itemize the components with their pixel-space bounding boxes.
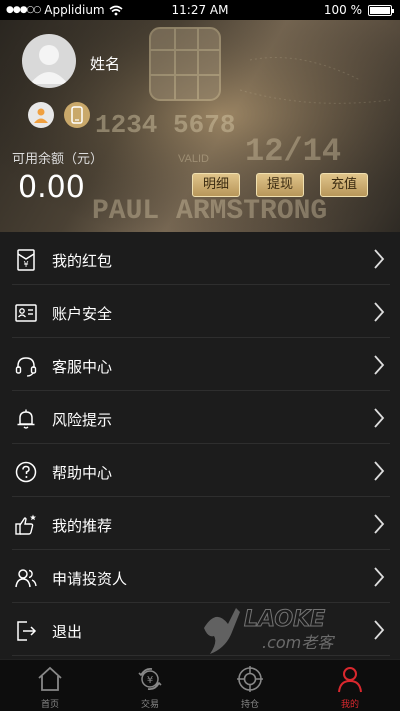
status-right: 100 % [323, 3, 394, 17]
card-chip-icon [149, 27, 221, 101]
red-envelope-icon: ¥ [17, 249, 35, 271]
users-icon [15, 569, 37, 588]
account-header: 1234 5678 12/14 VALID PAUL ARMSTRONG 姓名 … [0, 20, 400, 232]
chevron-right-icon [374, 355, 385, 375]
tab-label-position: 持仓 [240, 700, 259, 710]
tab-position[interactable]: 持仓 [200, 660, 300, 711]
menu-label-apply-investor: 申请投资人 [52, 570, 128, 588]
avatar[interactable] [22, 34, 76, 88]
bell-icon [17, 409, 35, 429]
svg-text:.com老客: .com老客 [262, 633, 335, 652]
username: 姓名 [90, 55, 121, 73]
menu-label-red-envelope: 我的红包 [52, 252, 113, 270]
profile-icon [338, 667, 362, 693]
settings-menu: ¥ 我的红包 账户安全 客服中心 风险提示 帮助中心 我的推荐 申请投资人 退出 [0, 232, 400, 656]
menu-label-account-security: 账户安全 [52, 305, 113, 323]
tab-label-home: 首页 [40, 700, 59, 710]
svg-text:¥: ¥ [23, 260, 28, 269]
id-card-icon [15, 304, 37, 322]
menu-label-help-center: 帮助中心 [52, 464, 113, 482]
tab-label-profile: 我的 [340, 700, 359, 710]
card-holder-text: PAUL ARMSTRONG [92, 196, 327, 227]
menu-label-logout: 退出 [52, 623, 83, 641]
balance-value: 0.00 [18, 170, 85, 205]
card-valid-text: VALID [178, 153, 209, 165]
logout-icon [17, 621, 37, 641]
tab-bar: 首页 ¥ 交易 持仓 我的 [0, 659, 400, 711]
balance-label: 可用余额（元） [12, 152, 104, 167]
withdraw-button[interactable]: 提现 [256, 173, 304, 197]
chevron-right-icon [374, 302, 385, 322]
card-expiry-text: 12/14 [245, 133, 341, 170]
menu-item-account-security[interactable]: 账户安全 [0, 285, 400, 338]
chevron-right-icon [374, 567, 385, 587]
chevron-right-icon [374, 514, 385, 534]
menu-item-customer-service[interactable]: 客服中心 [0, 338, 400, 391]
battery-percent: 100 % [323, 3, 362, 17]
menu-item-apply-investor[interactable]: 申请投资人 [0, 550, 400, 603]
tab-trade[interactable]: ¥ 交易 [100, 660, 200, 711]
chevron-right-icon [374, 408, 385, 428]
menu-label-my-referrals: 我的推荐 [52, 517, 113, 535]
menu-item-risk-notice[interactable]: 风险提示 [0, 391, 400, 444]
tab-home[interactable]: 首页 [0, 660, 100, 711]
phone-icon [71, 106, 83, 124]
phone-badge[interactable] [64, 102, 90, 128]
tab-profile[interactable]: 我的 [300, 660, 400, 711]
chevron-right-icon [374, 461, 385, 481]
chevron-right-icon [374, 249, 385, 269]
home-icon [38, 666, 62, 691]
menu-item-red-envelope[interactable]: ¥ 我的红包 [0, 232, 400, 285]
trade-icon: ¥ [138, 667, 162, 691]
menu-label-customer-service: 客服中心 [52, 358, 113, 376]
menu-label-risk-notice: 风险提示 [52, 411, 113, 429]
laoke-watermark-logo: LAOKE .com老客 [204, 607, 335, 654]
tab-label-trade: 交易 [140, 700, 159, 710]
svg-text:¥: ¥ [147, 675, 153, 686]
position-icon [237, 666, 263, 692]
recharge-button[interactable]: 充值 [320, 173, 368, 197]
identity-badge[interactable] [28, 102, 54, 128]
status-bar: ●●●○○ Applidium 11:27 AM 100 % [0, 0, 400, 20]
battery-icon [368, 4, 394, 16]
details-button[interactable]: 明细 [192, 173, 240, 197]
menu-item-help-center[interactable]: 帮助中心 [0, 444, 400, 497]
menu-item-my-referrals[interactable]: 我的推荐 [0, 497, 400, 550]
svg-text:LAOKE: LAOKE [244, 607, 325, 632]
user-verified-icon [34, 108, 48, 123]
headset-icon [15, 357, 37, 377]
card-number-text: 1234 5678 [95, 110, 235, 140]
help-icon [15, 461, 37, 483]
default-avatar-icon [30, 45, 68, 84]
thumbs-up-icon [15, 514, 36, 535]
